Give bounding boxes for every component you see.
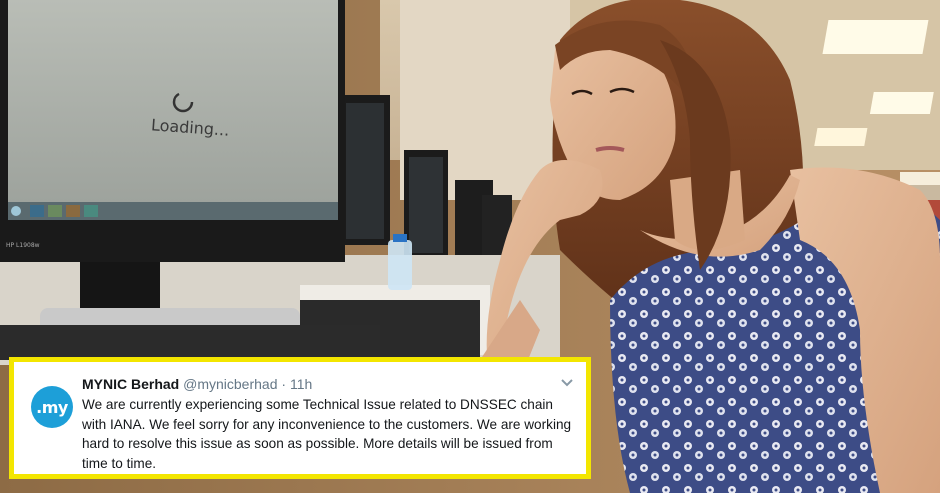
user-handle[interactable]: @mynicberhad [183,376,277,392]
chevron-down-icon[interactable] [560,378,574,388]
monitor-brand-label: HP L1908w [6,242,40,249]
timestamp[interactable]: 11h [290,376,312,392]
separator: · [281,376,287,392]
avatar[interactable]: .my [31,386,73,428]
display-name[interactable]: MYNIC Berhad [82,376,179,392]
tweet-header: MYNIC Berhad @mynicberhad · 11h [82,375,312,393]
tweet-text: We are currently experiencing some Techn… [82,397,572,471]
tweet-card: .my MYNIC Berhad @mynicberhad · 11h We a… [9,357,591,479]
